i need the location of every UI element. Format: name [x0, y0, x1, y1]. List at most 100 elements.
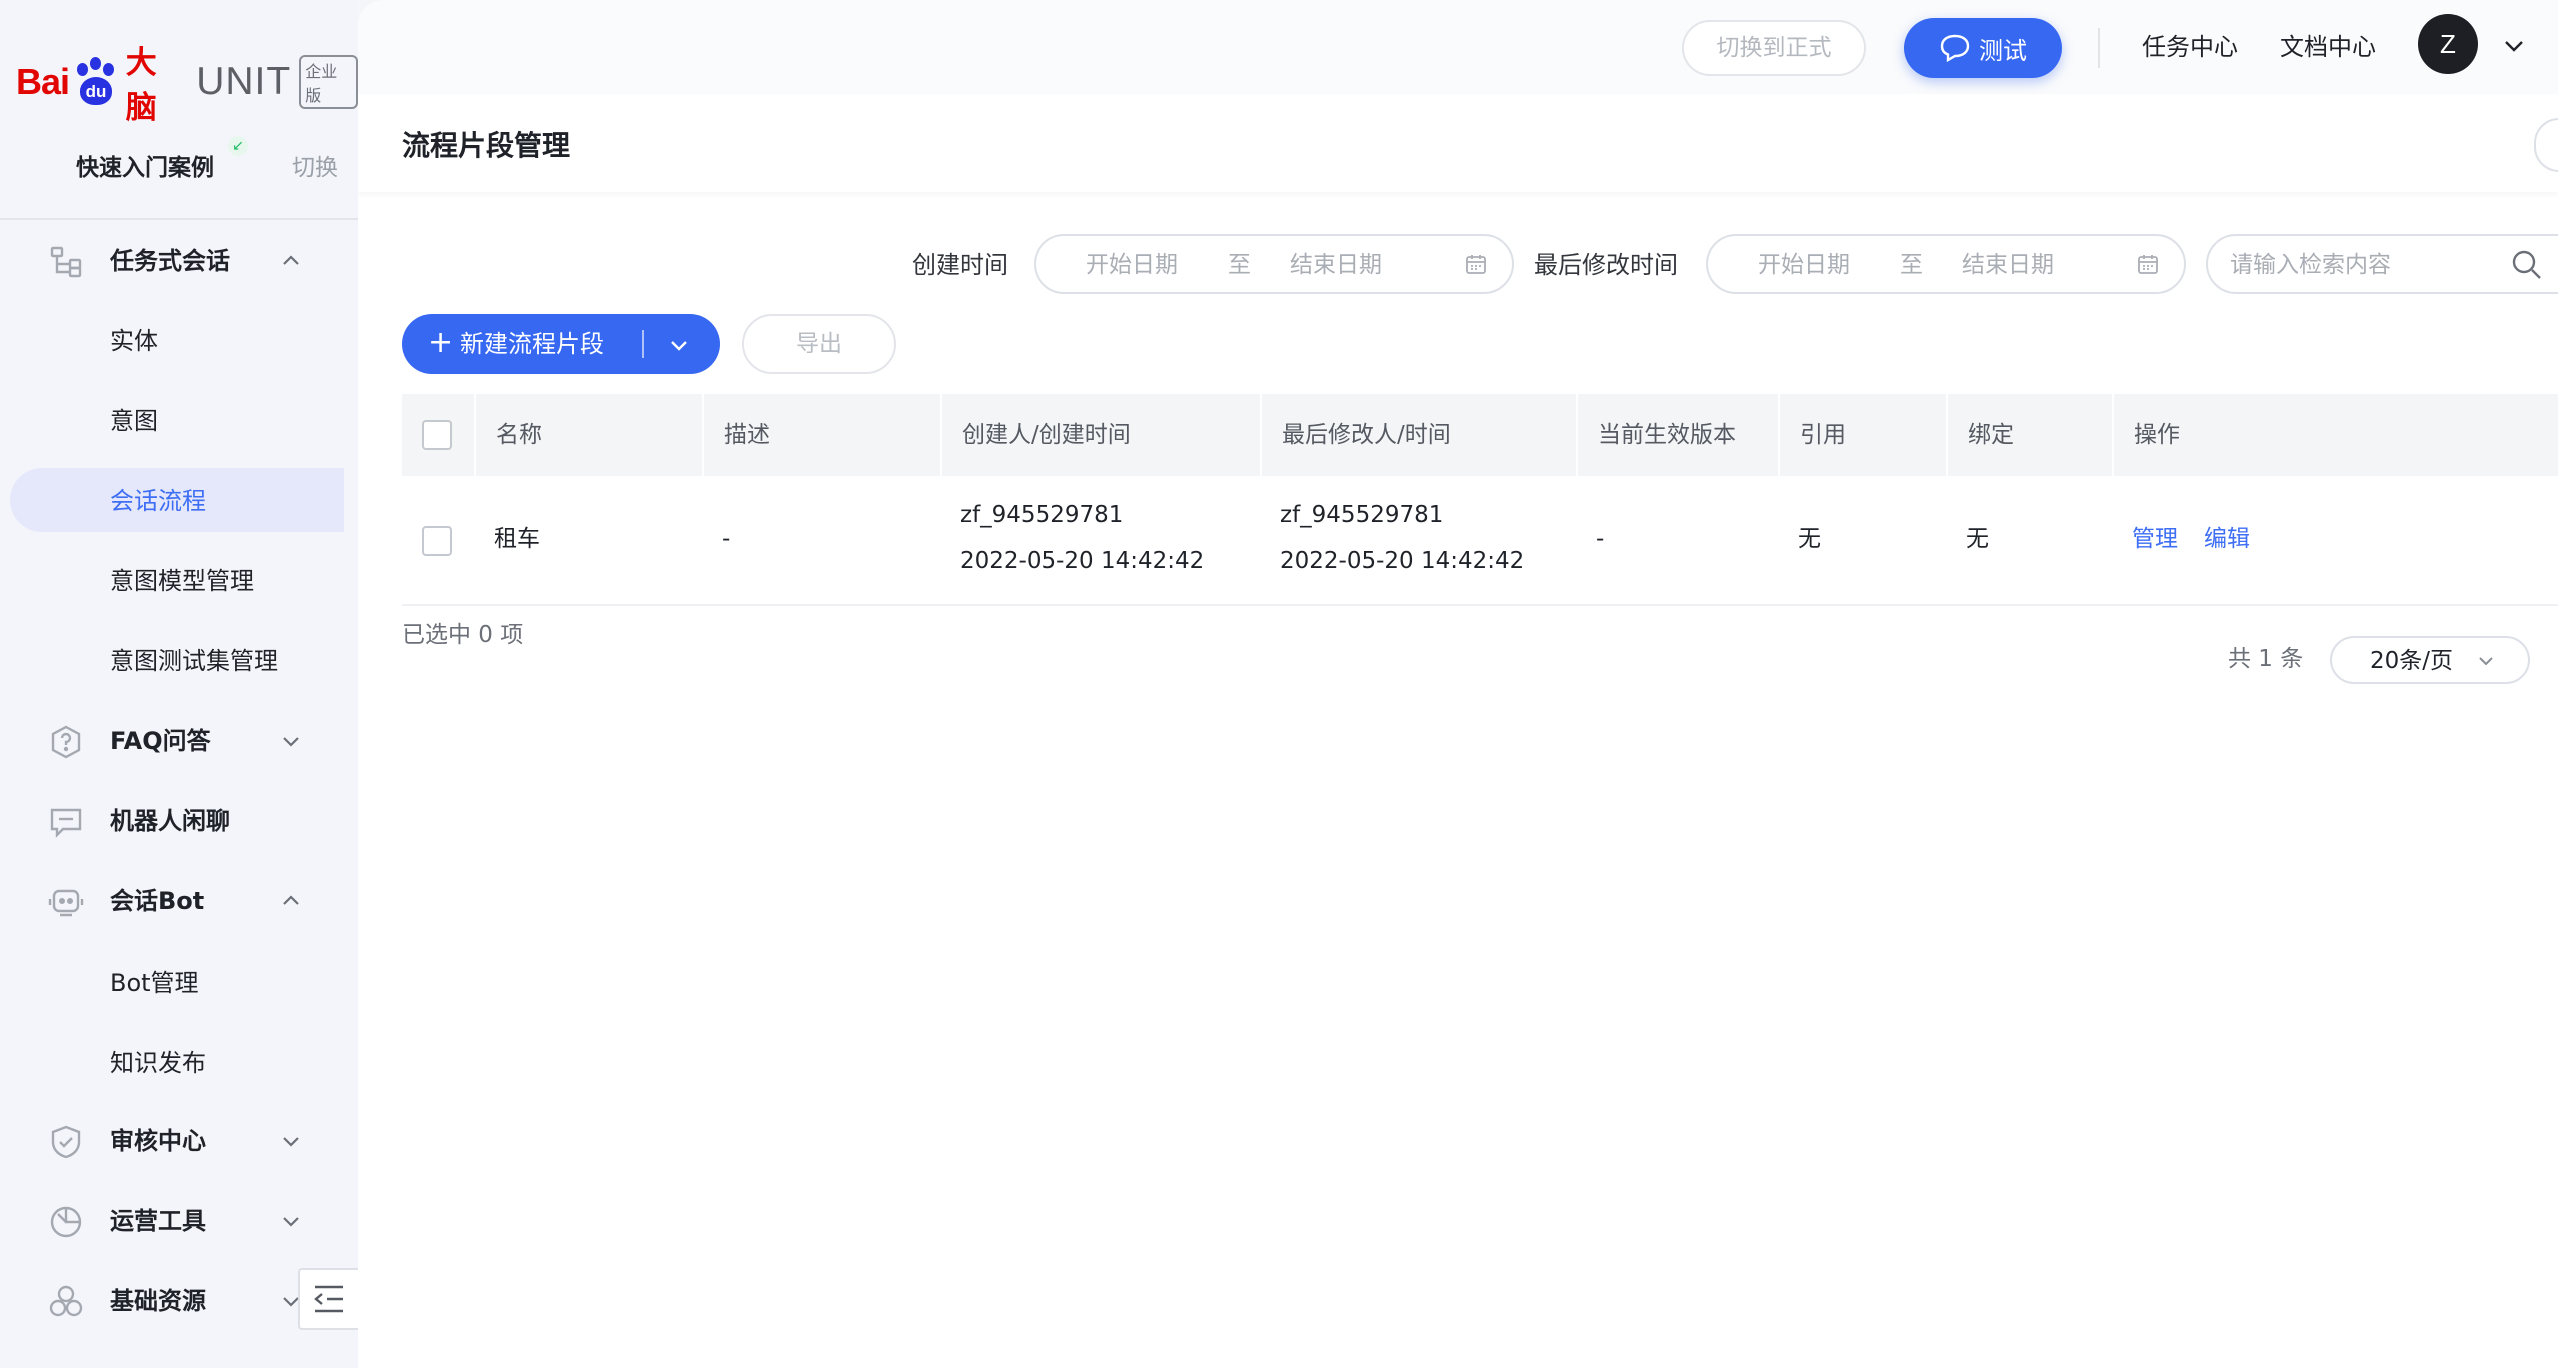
sidebar-subitem-intent[interactable]: 意图	[0, 388, 344, 452]
question-icon	[51, 725, 81, 759]
calendar-icon	[2138, 255, 2158, 274]
logo-brain-text: 大脑	[125, 45, 157, 126]
export-button[interactable]: 导出	[742, 314, 896, 374]
sidebar-subitem-knowledge-publish[interactable]: 知识发布	[0, 1030, 344, 1094]
sidebar-subitem-label: 实体	[110, 327, 158, 355]
collapse-sidebar-button[interactable]	[298, 1268, 360, 1330]
sidebar-item-ops[interactable]: 运营工具	[0, 1190, 344, 1252]
chat-icon	[50, 808, 82, 838]
modified-date-range[interactable]: 开始日期 至 结束日期	[1706, 234, 2186, 294]
baidu-unit-logo[interactable]: Bai du 大脑 UNIT 企业版	[16, 45, 358, 126]
topbar-separator	[2098, 28, 2100, 68]
doc-center-link[interactable]: 文档中心	[2280, 30, 2376, 64]
sidebar-item-review[interactable]: 审核中心	[0, 1110, 344, 1172]
test-button-label: 测试	[1979, 36, 2027, 65]
sidebar-subitem-label: Bot管理	[110, 969, 199, 997]
column-separator	[2112, 394, 2114, 476]
sidebar-item-label: 基础资源	[110, 1287, 206, 1315]
row-checkbox[interactable]	[422, 526, 452, 556]
edit-link[interactable]: 编辑	[2204, 522, 2250, 556]
table-header: 名称 描述 创建人/创建时间 最后修改人/时间 当前生效版本 引用 绑定 操作	[402, 394, 2558, 476]
sidebar-subitem-label: 会话流程	[110, 487, 206, 515]
sidebar-subitem-label: 意图模型管理	[110, 567, 254, 595]
edition-badge: 企业版	[299, 55, 358, 109]
test-button[interactable]: 测试	[1904, 18, 2062, 78]
sidebar-subitem-intent-model[interactable]: 意图模型管理	[0, 548, 344, 612]
sidebar-item-label: FAQ问答	[110, 727, 211, 755]
logo-bai-text: Bai	[16, 61, 70, 102]
search-icon[interactable]	[2510, 248, 2544, 282]
hierarchy-icon	[50, 246, 82, 278]
sidebar-item-bot[interactable]: 会话Bot	[0, 870, 344, 932]
sidebar-item-task-dialog[interactable]: 任务式会话	[0, 230, 344, 292]
switch-to-formal-button[interactable]: 切换到正式	[1682, 20, 1866, 76]
start-date-placeholder: 开始日期	[1086, 252, 1178, 278]
page-size-select[interactable]: 20条/页	[2330, 636, 2530, 684]
sidebar-item-label: 机器人闲聊	[110, 807, 230, 835]
created-date-range[interactable]: 开始日期 至 结束日期	[1034, 234, 1514, 294]
chevron-up-icon	[283, 895, 299, 905]
column-header-desc: 描述	[724, 422, 770, 448]
sidebar-item-faq[interactable]: FAQ问答	[0, 710, 344, 772]
sidebar-item-chitchat[interactable]: 机器人闲聊	[0, 790, 344, 852]
date-range-separator: 至	[1900, 252, 1923, 278]
sidebar-divider	[0, 218, 358, 220]
chevron-up-icon	[283, 255, 299, 265]
button-split-divider	[642, 330, 644, 358]
column-separator	[1260, 394, 1262, 476]
avatar[interactable]: Z	[2418, 14, 2478, 74]
sidebar-subitem-dialog-flow[interactable]: 会话流程	[10, 468, 344, 532]
logo-du-text: du	[80, 77, 113, 105]
chevron-down-icon[interactable]	[2500, 32, 2528, 60]
modified-time-label: 最后修改时间	[1534, 251, 1678, 279]
chevron-down-icon	[283, 737, 299, 747]
workspace-switch-link[interactable]: 切换	[292, 148, 338, 182]
total-count: 共 1 条	[2228, 646, 2304, 672]
cell-desc: -	[722, 526, 731, 552]
table-row: 租车 - zf_945529781 2022-05-20 14:42:42 zf…	[402, 476, 2558, 606]
column-header-version: 当前生效版本	[1598, 422, 1736, 448]
sidebar: Bai du 大脑 UNIT 企业版 快速入门案例 ↙ 切换 任务式会话 实体 …	[0, 0, 360, 1368]
baidu-paw-icon: du	[71, 57, 120, 107]
column-separator	[1946, 394, 1948, 476]
cell-bind: 无	[1966, 526, 1989, 552]
cell-modified-at: 2022-05-20 14:42:42	[1280, 548, 1525, 574]
workspace-row: 快速入门案例 ↙ 切换	[76, 136, 352, 188]
robot-icon	[48, 889, 84, 917]
cell-ref: 无	[1798, 526, 1821, 552]
cell-modifier: zf_945529781	[1280, 502, 1444, 528]
main-content: 切换到正式 测试 任务中心 文档中心 Z 流程片段管理 创建时间 开始日期 至 …	[358, 0, 2558, 1368]
sidebar-subitem-entity[interactable]: 实体	[0, 308, 344, 372]
chat-bubble-icon	[1940, 34, 1970, 63]
task-center-link[interactable]: 任务中心	[2142, 30, 2238, 64]
sidebar-subitem-bot-manage[interactable]: Bot管理	[0, 950, 344, 1014]
chevron-down-icon	[283, 1137, 299, 1147]
date-range-separator: 至	[1228, 252, 1251, 278]
chevron-down-icon[interactable]	[666, 332, 692, 358]
column-separator	[474, 394, 476, 476]
search-input[interactable]: 请输入检索内容	[2206, 234, 2558, 294]
new-flow-fragment-button[interactable]: + 新建流程片段	[402, 314, 720, 374]
header-action-pill[interactable]	[2534, 118, 2558, 172]
cell-created-at: 2022-05-20 14:42:42	[960, 548, 1205, 574]
manage-link[interactable]: 管理	[2132, 522, 2178, 556]
sidebar-item-label: 任务式会话	[110, 247, 230, 275]
select-all-checkbox[interactable]	[422, 420, 452, 450]
sidebar-subitem-intent-testset[interactable]: 意图测试集管理	[0, 628, 344, 692]
column-header-bind: 绑定	[1968, 422, 2014, 448]
chevron-down-icon	[283, 1217, 299, 1227]
column-separator	[1576, 394, 1578, 476]
cell-creator: zf_945529781	[960, 502, 1124, 528]
top-bar: 切换到正式 测试 任务中心 文档中心 Z	[358, 0, 2558, 94]
logo-unit-text: UNIT	[196, 60, 292, 103]
column-header-name: 名称	[496, 422, 542, 448]
column-separator	[1778, 394, 1780, 476]
end-date-placeholder: 结束日期	[1962, 252, 2054, 278]
sidebar-item-resources[interactable]: 基础资源	[0, 1270, 344, 1332]
column-header-ref: 引用	[1800, 422, 1846, 448]
sidebar-item-label: 会话Bot	[110, 887, 205, 915]
new-button-label: 新建流程片段	[460, 330, 604, 358]
sidebar-item-label: 运营工具	[110, 1207, 206, 1235]
column-header-creator: 创建人/创建时间	[962, 422, 1131, 448]
start-date-placeholder: 开始日期	[1758, 252, 1850, 278]
